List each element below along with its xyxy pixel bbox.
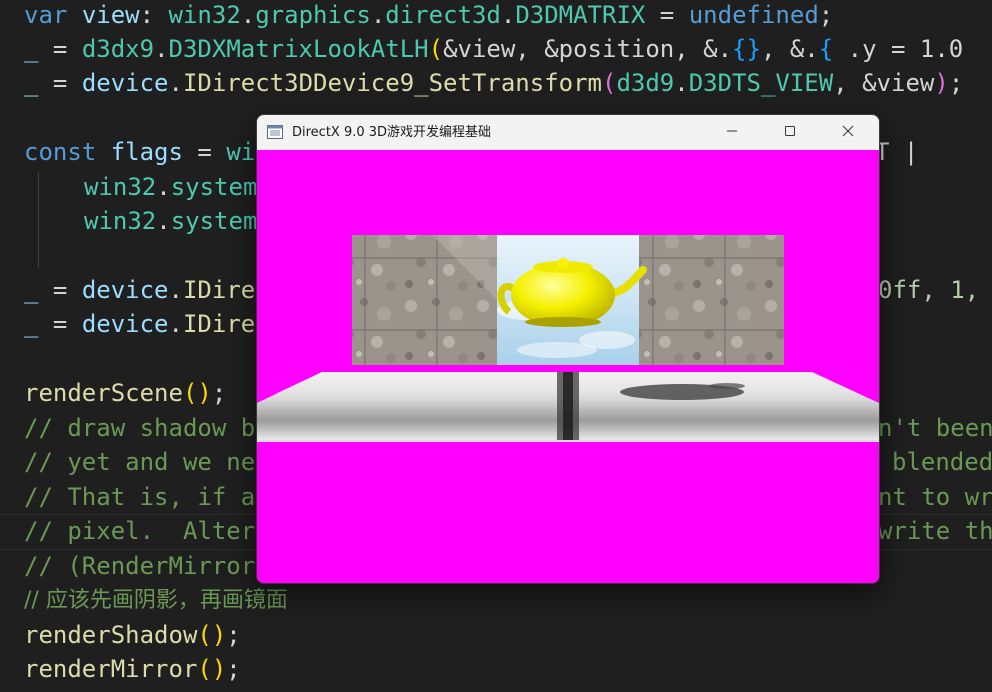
comment-line-17[interactable]: // (RenderMirror [24,549,255,583]
comment-line-18[interactable]: // 应该先画阴影，再画镜面 [24,584,288,618]
code-line-10[interactable]: _ = device.IDire [24,307,255,341]
comment-line-14-tail[interactable]: blended [892,445,992,479]
minimize-button[interactable] [703,115,761,150]
close-icon [842,125,854,141]
maximize-icon [784,125,796,141]
app-window-icon [267,125,283,139]
window-title: DirectX 9.0 3D游戏开发编程基础 [292,125,492,140]
code-line-5-tail[interactable]: T | [875,135,918,169]
comment-line-16-tail[interactable]: write th [878,514,992,548]
code-line-7[interactable]: win32.system [84,204,257,238]
directx-app-window[interactable]: DirectX 9.0 3D游戏开发编程基础 [256,114,880,584]
comment-line-15[interactable]: // That is, if a [24,480,255,514]
code-line-1[interactable]: var view: win32.graphics.direct3d.D3DMAT… [24,0,833,32]
code-line-3[interactable]: _ = device.IDirect3DDevice9_SetTransform… [24,66,963,100]
comment-line-13[interactable]: // draw shadow b [24,411,255,445]
comment-line-15-tail[interactable]: nt to wr [878,480,992,514]
indent-guide [38,172,39,268]
maximize-button[interactable] [761,115,819,150]
code-line-2[interactable]: _ = d3dx9.D3DXMatrixLookAtLH(&view, &pos… [24,32,963,66]
crate-wall-right [639,235,784,365]
code-line-9[interactable]: _ = device.IDire [24,273,255,307]
comment-line-16[interactable]: // pixel. Alter [24,514,255,548]
code-line-19[interactable]: renderShadow(); [24,618,241,652]
scene-render [257,235,879,442]
comment-line-14[interactable]: // yet and we ne [24,445,255,479]
floor [257,372,879,442]
minimize-icon [726,125,738,141]
code-line-6[interactable]: win32.system [84,170,257,204]
code-line-5[interactable]: const flags = wi [24,135,255,169]
code-line-12[interactable]: renderScene(); [24,376,226,410]
code-line-20[interactable]: renderMirror(); [24,652,241,686]
close-button[interactable] [819,115,877,150]
crate-wall-left [352,235,497,365]
code-line-9-tail[interactable]: 0ff, 1, [878,273,979,307]
comment-line-13-tail[interactable]: n't been [878,411,992,445]
window-titlebar[interactable]: DirectX 9.0 3D游戏开发编程基础 [257,115,879,150]
d3d-render-canvas[interactable] [257,150,879,583]
